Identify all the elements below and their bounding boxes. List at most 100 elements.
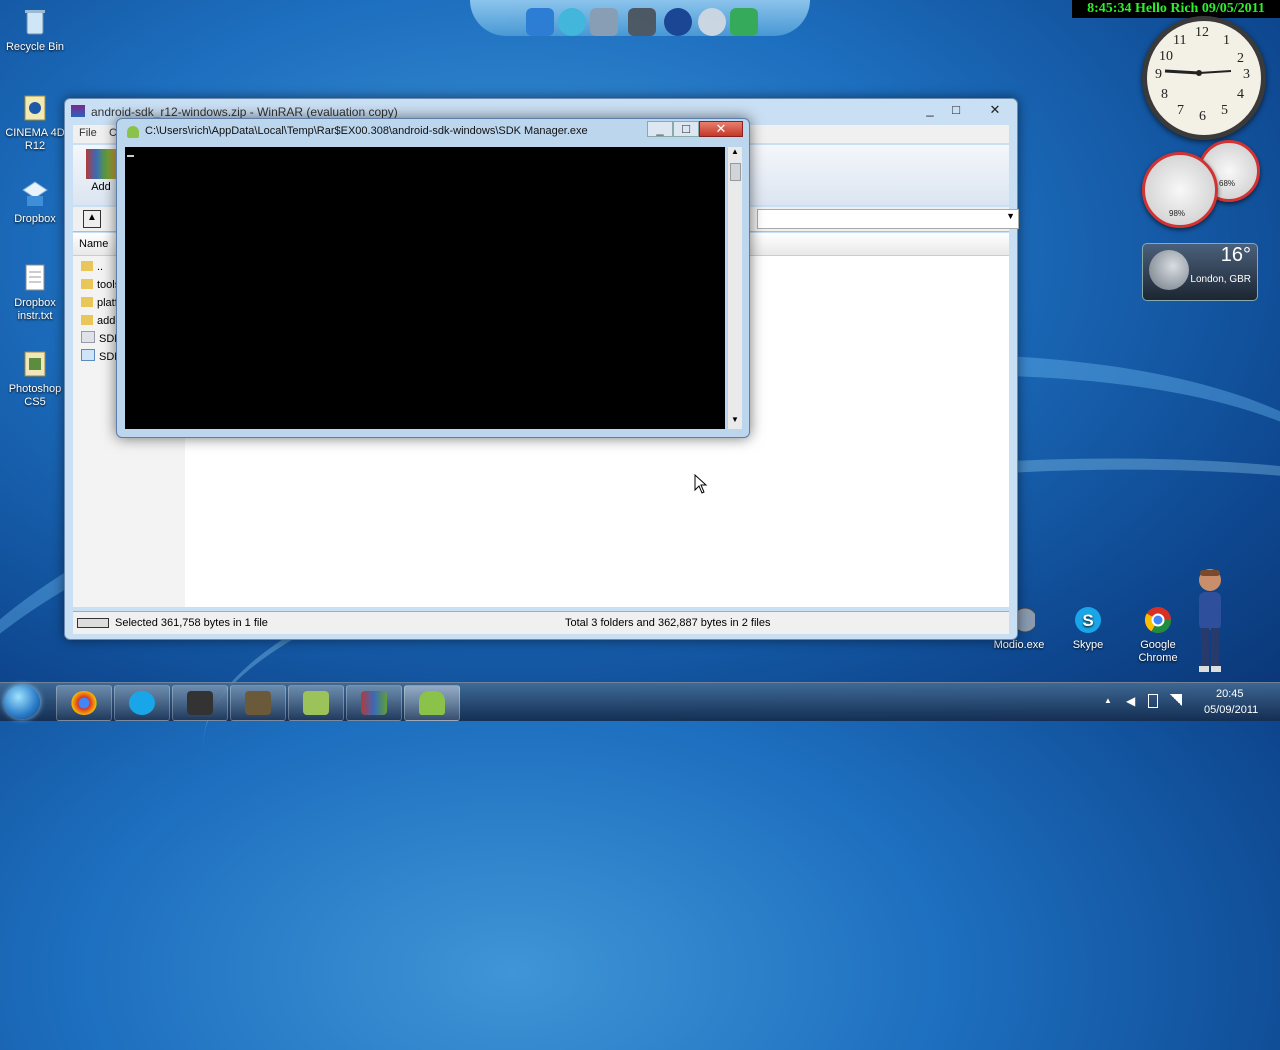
- music-icon[interactable]: [730, 8, 758, 36]
- desktop-icon-label: Dropbox: [14, 213, 56, 225]
- media-icon: [187, 691, 213, 715]
- taskbar-camera[interactable]: [230, 685, 286, 721]
- taskbar: ▲ ◀ 20:45 05/09/2011: [0, 682, 1280, 721]
- exe-file-icon: [81, 331, 95, 343]
- chrome-icon: [71, 691, 97, 715]
- folder-icon: [81, 261, 93, 271]
- list-item[interactable]: add-: [81, 313, 119, 330]
- photoshop-icon: [303, 691, 329, 715]
- messenger-icon[interactable]: [558, 8, 586, 36]
- column-name-header[interactable]: Name: [79, 238, 108, 250]
- winrar-books-icon: [86, 149, 116, 179]
- top-dock: [470, 0, 810, 36]
- list-item[interactable]: platf: [81, 295, 118, 312]
- scroll-thumb[interactable]: [730, 163, 741, 181]
- svg-text:S: S: [1082, 611, 1093, 630]
- folder-icon: [81, 279, 93, 289]
- photoshop-icon: [19, 348, 51, 380]
- text-file-icon: [19, 262, 51, 294]
- taskbar-media[interactable]: [172, 685, 228, 721]
- drive-icon: [77, 618, 109, 628]
- cpu-gauge: 98%: [1142, 152, 1218, 228]
- desktop-icon-label: Photoshop CS5: [8, 383, 62, 408]
- taskbar-winrar[interactable]: [346, 685, 402, 721]
- desktop-icon-label: Recycle Bin: [5, 41, 65, 53]
- winrar-title: android-sdk_r12-windows.zip - WinRAR (ev…: [91, 105, 398, 119]
- console-output[interactable]: [125, 147, 725, 429]
- taskbar-photoshop[interactable]: [288, 685, 344, 721]
- list-item-label: platf: [97, 297, 118, 309]
- tray-clock-date[interactable]: 05/09/2011: [1204, 704, 1258, 716]
- xbox-avatar: [1190, 566, 1230, 676]
- scroll-down-arrow[interactable]: ▼: [728, 415, 742, 429]
- close-button[interactable]: ✕: [699, 121, 743, 137]
- add-button[interactable]: Add: [81, 149, 121, 201]
- desktop-icon-dropbox-instr[interactable]: Dropbox instr.txt: [0, 262, 70, 323]
- globe-icon[interactable]: [664, 8, 692, 36]
- add-button-label: Add: [91, 181, 111, 193]
- minimize-button[interactable]: _: [917, 101, 943, 119]
- menu-file[interactable]: File: [79, 127, 97, 139]
- winrar-icon: [361, 691, 387, 715]
- camera-icon: [245, 691, 271, 715]
- folder-icon: [81, 297, 93, 307]
- window-file-icon: [81, 349, 95, 361]
- show-hidden-icons[interactable]: ▲: [1104, 696, 1112, 705]
- status-selected: Selected 361,758 bytes in 1 file: [115, 617, 268, 629]
- desktop-icon-cinema4d[interactable]: CINEMA 4D R12: [0, 92, 70, 153]
- console-cursor: [127, 155, 134, 157]
- list-item[interactable]: ..: [81, 259, 103, 276]
- power-icon[interactable]: [1148, 694, 1158, 708]
- android-icon: [419, 691, 445, 715]
- cinema4d-icon: [19, 92, 51, 124]
- desktop-icon-label: Skype: [1072, 639, 1104, 651]
- weather-city: London, GBR: [1190, 274, 1251, 285]
- desktop-icon-recycle-bin[interactable]: Recycle Bin: [0, 6, 70, 54]
- weather-temp: 16°: [1220, 244, 1251, 266]
- tray-clock-time[interactable]: 20:45: [1216, 688, 1244, 700]
- recycle-bin-icon: [19, 6, 51, 38]
- sdk-manager-console-window[interactable]: C:\Users\rich\AppData\Local\Temp\Rar$EX0…: [116, 118, 750, 438]
- console-title: C:\Users\rich\AppData\Local\Temp\Rar$EX0…: [145, 125, 588, 137]
- folder-icon: [81, 315, 93, 325]
- desktop-icon-chrome[interactable]: Google Chrome: [1123, 604, 1193, 665]
- monitor-icon[interactable]: [526, 8, 554, 36]
- maximize-button[interactable]: □: [673, 121, 699, 137]
- desktop-icon-label: Dropbox instr.txt: [14, 297, 56, 322]
- maximize-button[interactable]: □: [943, 101, 969, 119]
- desktop-icon-label: CINEMA 4D R12: [5, 127, 65, 152]
- path-dropdown[interactable]: ▼: [757, 209, 1019, 229]
- close-button[interactable]: ✕: [977, 101, 1013, 119]
- system-tray: ▲ ◀ 20:45 05/09/2011: [1100, 683, 1280, 721]
- up-folder-button[interactable]: ▲: [83, 210, 101, 228]
- weather-gadget: 16° London, GBR: [1142, 243, 1258, 301]
- desktop-icon-label: Google Chrome: [1138, 639, 1178, 664]
- minimize-button[interactable]: _: [647, 121, 673, 137]
- moon-icon: [1149, 250, 1189, 290]
- taskbar-chrome[interactable]: [56, 685, 112, 721]
- list-item-label: ..: [97, 261, 104, 273]
- mouse-cursor: [694, 473, 708, 497]
- chevron-down-icon: ▼: [1006, 211, 1015, 221]
- console-scrollbar[interactable]: ▲ ▼: [727, 147, 742, 429]
- taskbar-skype[interactable]: [114, 685, 170, 721]
- status-total: Total 3 folders and 362,887 bytes in 2 f…: [565, 617, 771, 629]
- network-icon[interactable]: [1170, 694, 1182, 706]
- volume-icon[interactable]: ◀: [1126, 694, 1135, 708]
- camera-icon[interactable]: [628, 8, 656, 36]
- clock-hands: [1164, 69, 1232, 76]
- taskbar-sdk-manager[interactable]: [404, 685, 460, 721]
- desktop-icon-dropbox[interactable]: Dropbox: [0, 178, 70, 226]
- desktop-icon-label: Modio.exe: [993, 639, 1045, 651]
- scroll-up-arrow[interactable]: ▲: [728, 147, 742, 161]
- analog-clock-gadget: 12 1 2 3 4 5 6 7 8 9 10 11: [1142, 16, 1266, 140]
- list-item[interactable]: tools: [81, 277, 120, 294]
- android-icon: [127, 126, 139, 138]
- skype-icon[interactable]: [698, 8, 726, 36]
- skype-icon: [129, 691, 155, 715]
- desktop-icon-skype[interactable]: S Skype: [1053, 604, 1123, 652]
- printer-icon[interactable]: [590, 8, 618, 36]
- memory-gauge-value: 68%: [1219, 179, 1236, 188]
- start-button[interactable]: [4, 685, 40, 719]
- desktop-icon-photoshop[interactable]: Photoshop CS5: [0, 348, 70, 409]
